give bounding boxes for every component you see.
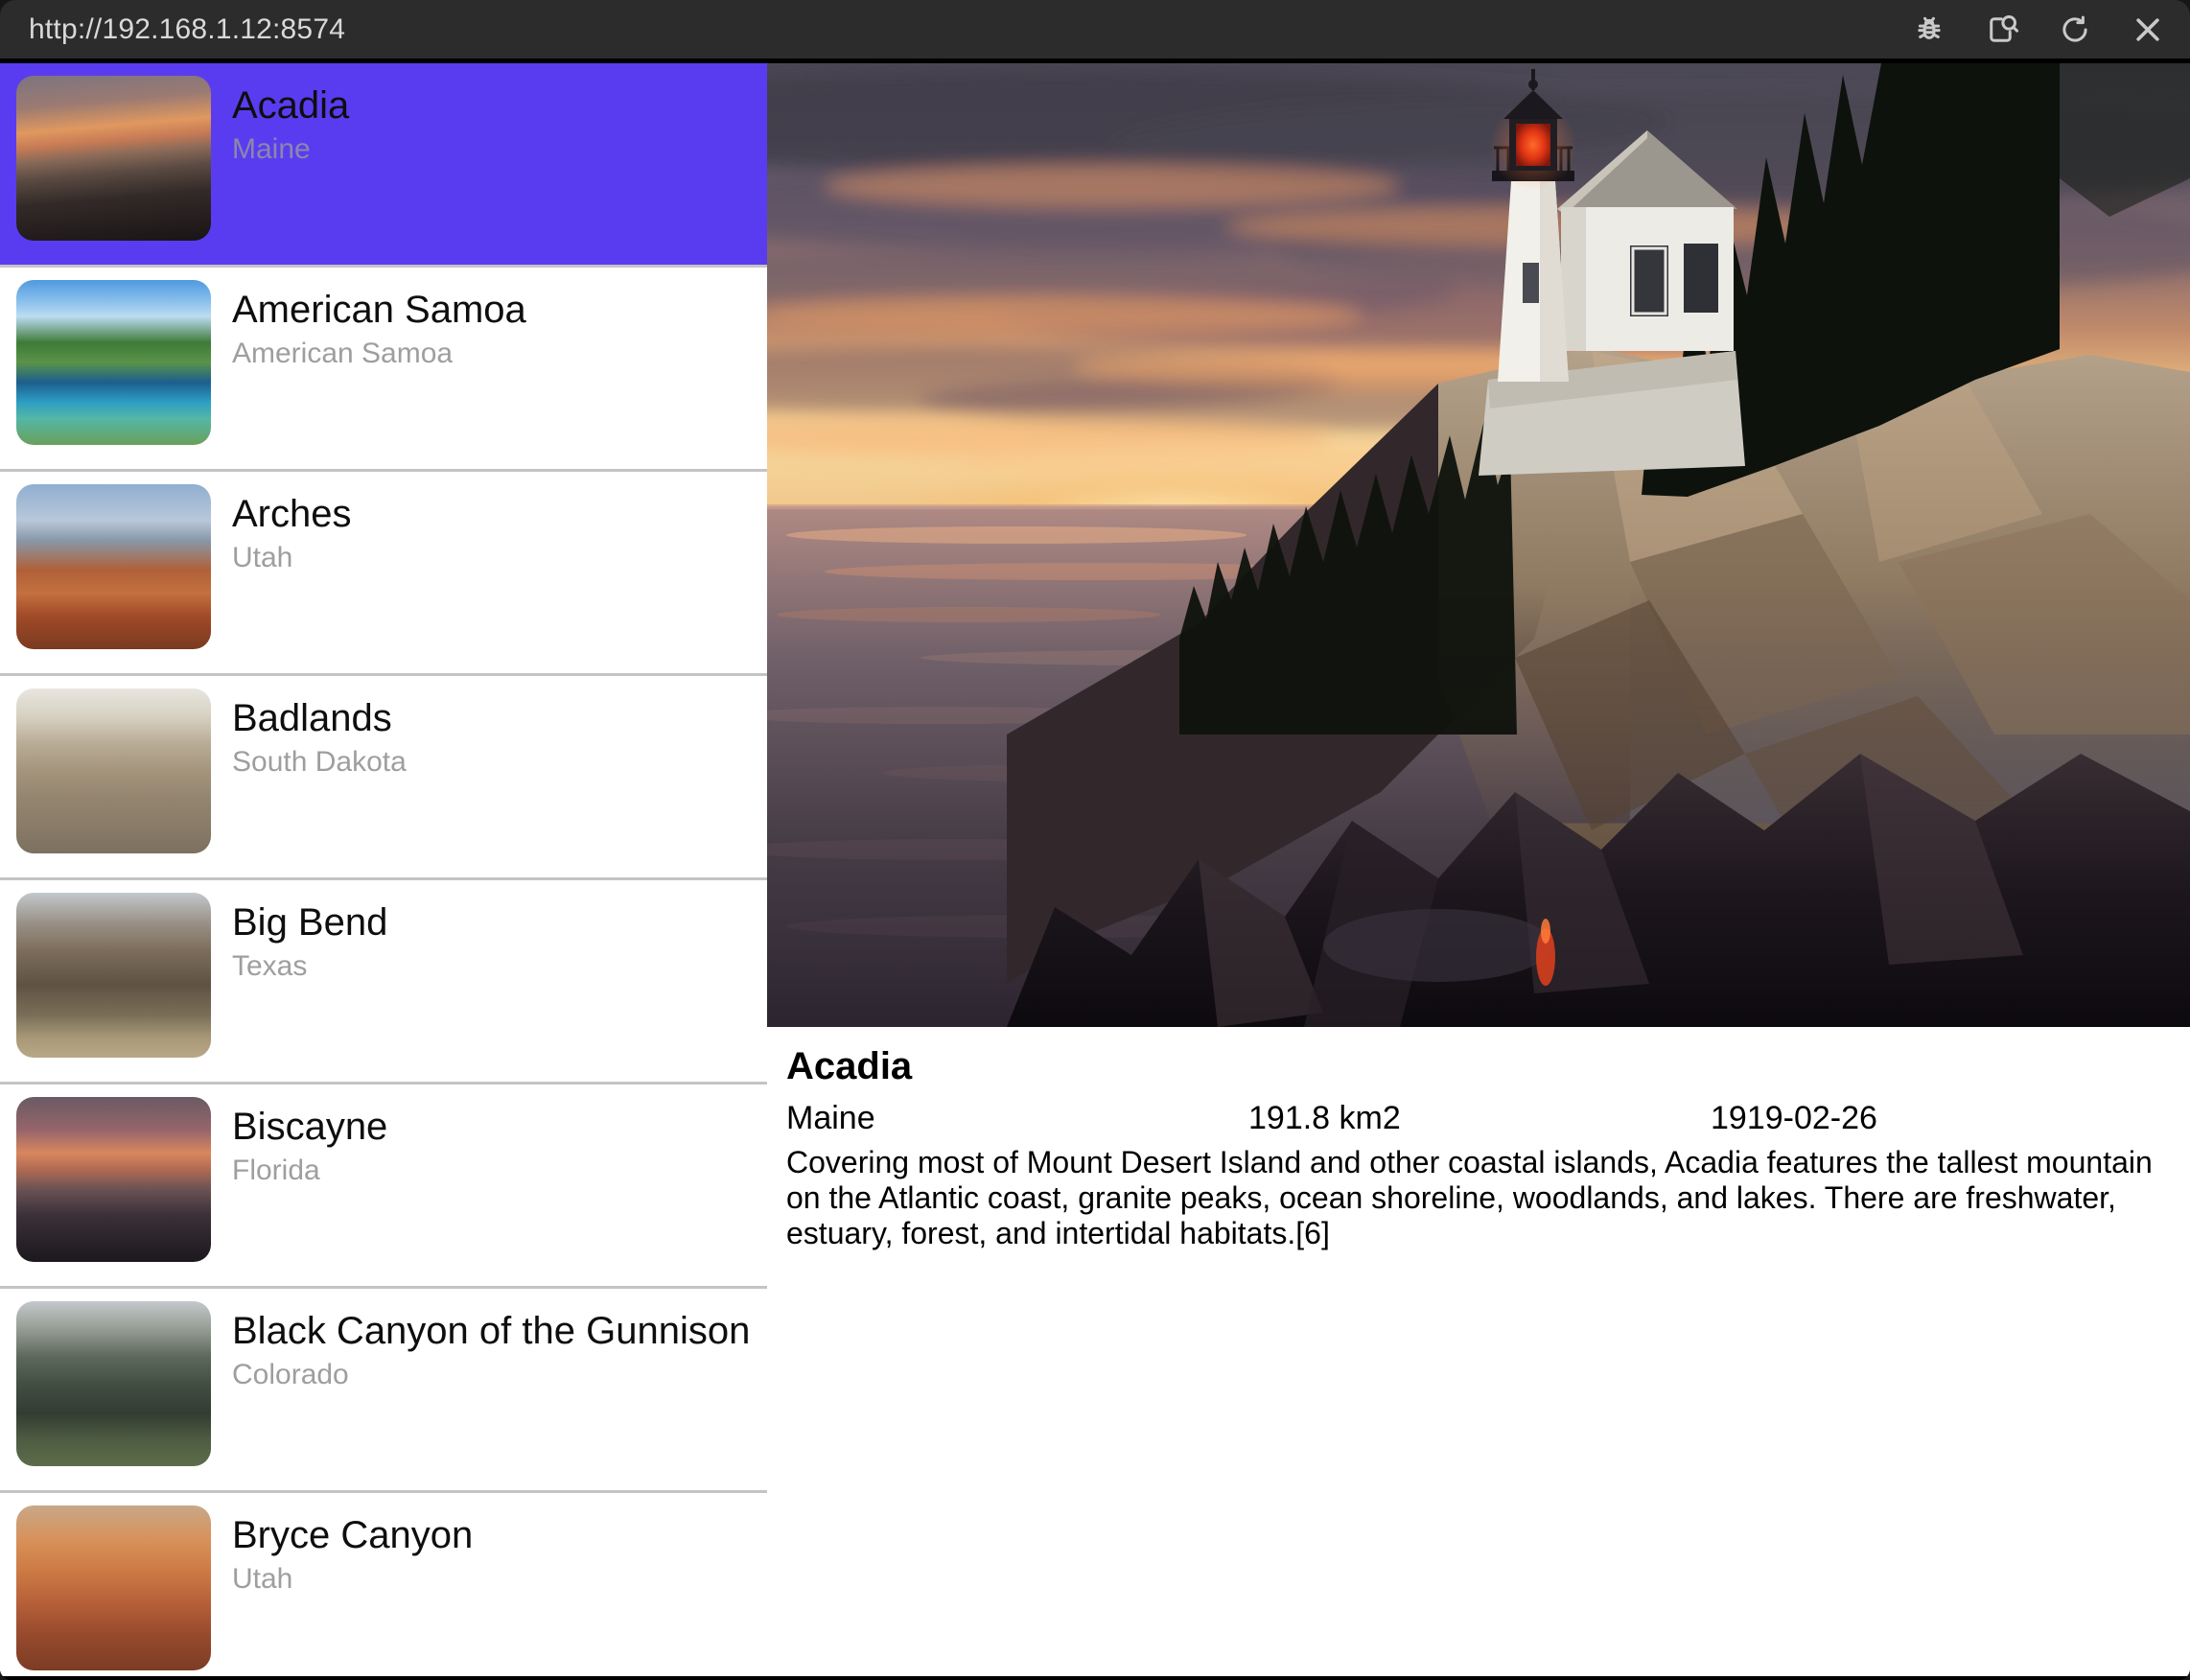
park-state: Utah [232,1561,473,1598]
detail-meta-row: Maine 191.8 km2 1919-02-26 [786,1099,2173,1137]
park-thumbnail [16,1097,211,1262]
acadia-photo-illustration [767,63,2190,1027]
park-name: Acadia [232,82,349,129]
detail-area: 191.8 km2 [1248,1099,1711,1137]
park-thumbnail [16,1505,211,1670]
park-state: Texas [232,948,387,985]
park-thumbnail [16,1301,211,1466]
window-bottom-edge [0,1676,2190,1680]
park-state: American Samoa [232,336,526,372]
park-list-item-arches[interactable]: Arches Utah [0,472,767,676]
park-thumbnail [16,893,211,1058]
inspect-icon[interactable] [1985,12,2019,47]
park-list-item-american-samoa[interactable]: American Samoa American Samoa [0,268,767,472]
park-name: Big Bend [232,898,387,946]
park-list-item-biscayne[interactable]: Biscayne Florida [0,1085,767,1289]
park-list-item-black-canyon-of-the-gunnison[interactable]: Black Canyon of the Gunnison Colorado [0,1289,767,1493]
park-state: South Dakota [232,744,407,781]
detail-info: Acadia Maine 191.8 km2 1919-02-26 Coveri… [767,1027,2190,1251]
park-list-item-big-bend[interactable]: Big Bend Texas [0,880,767,1085]
parks-list[interactable]: Acadia Maine American Samoa American Sam… [0,63,767,1676]
park-state: Colorado [232,1357,750,1393]
park-name: American Samoa [232,286,526,334]
hero-photo [767,63,2190,1027]
close-icon[interactable] [2131,12,2165,47]
url-text: http://192.168.1.12:8574 [29,13,345,46]
titlebar: http://192.168.1.12:8574 [0,0,2190,58]
titlebar-actions [1912,12,2165,47]
park-name: Black Canyon of the Gunnison [232,1307,750,1355]
park-name: Badlands [232,694,407,742]
park-thumbnail [16,76,211,241]
park-state: Florida [232,1153,387,1189]
park-state: Utah [232,540,352,576]
app-window: http://192.168.1.12:8574 [0,0,2190,1680]
park-list-item-badlands[interactable]: Badlands South Dakota [0,676,767,880]
park-list-item-acadia[interactable]: Acadia Maine [0,63,767,268]
detail-established-date: 1919-02-26 [1711,1099,2173,1137]
park-name: Arches [232,490,352,538]
reload-icon[interactable] [2058,12,2092,47]
park-name: Biscayne [232,1103,387,1151]
detail-pane: Acadia Maine 191.8 km2 1919-02-26 Coveri… [767,63,2190,1676]
park-thumbnail [16,484,211,649]
park-name: Bryce Canyon [232,1511,473,1559]
detail-title: Acadia [786,1045,2173,1087]
detail-description: Covering most of Mount Desert Island and… [786,1145,2173,1251]
debug-icon[interactable] [1912,12,1946,47]
main-content: Acadia Maine American Samoa American Sam… [0,63,2190,1676]
park-state: Maine [232,131,349,168]
park-thumbnail [16,688,211,853]
detail-state: Maine [786,1099,1248,1137]
park-thumbnail [16,280,211,445]
park-list-item-bryce-canyon[interactable]: Bryce Canyon Utah [0,1493,767,1676]
